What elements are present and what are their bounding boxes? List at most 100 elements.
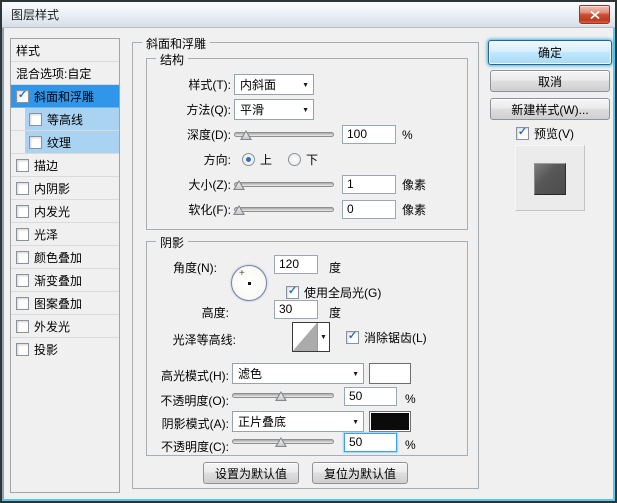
soften-slider[interactable] (233, 204, 334, 215)
contour-checkbox[interactable] (29, 112, 42, 126)
pattern-overlay-checkbox[interactable] (16, 296, 29, 310)
highlight-opacity-input[interactable]: 50 (344, 387, 397, 406)
soften-label: 软化(F): (188, 203, 231, 217)
shading-group: 阴影 角度(N): + 120 度 ✓ 使用全局光(G) 高度: 30 度 光泽… (146, 234, 468, 456)
slider-track[interactable] (234, 182, 334, 187)
size-unit: 像素 (402, 178, 427, 192)
ok-button[interactable]: 确定 (488, 40, 612, 65)
gloss-contour-picker[interactable]: ▼ (292, 322, 330, 352)
bevel-emboss-checkbox[interactable]: ✓ (16, 89, 29, 103)
sidebar-item-drop-shadow[interactable]: 投影 (11, 338, 119, 361)
shadow-mode-value: 正片叠底 (238, 415, 287, 429)
set-default-button[interactable]: 设置为默认值 (203, 462, 299, 484)
soften-input[interactable]: 0 (342, 200, 396, 219)
new-style-button[interactable]: 新建样式(W)... (490, 98, 610, 120)
depth-input[interactable]: 100 (342, 125, 396, 144)
window-title: 图层样式 (11, 8, 60, 22)
size-input[interactable]: 1 (342, 175, 396, 194)
sidebar-item-label: 渐变叠加 (34, 273, 83, 288)
texture-checkbox[interactable] (29, 135, 42, 149)
altitude-unit: 度 (329, 306, 342, 320)
shadow-mode-dropdown[interactable]: 正片叠底 ▼ (232, 411, 364, 432)
sidebar-header: 样式 (11, 39, 119, 62)
stroke-checkbox[interactable] (16, 158, 29, 172)
shadow-color-swatch[interactable] (369, 411, 411, 432)
outer-glow-checkbox[interactable] (16, 319, 29, 333)
technique-dropdown-value: 平滑 (240, 103, 265, 117)
sub-item-highlight: 纹理 (25, 131, 119, 153)
altitude-label: 高度: (201, 306, 229, 320)
direction-up-radio[interactable] (242, 153, 255, 166)
highlight-mode-dropdown[interactable]: 滤色 ▼ (232, 363, 364, 384)
close-icon (590, 10, 599, 19)
sidebar-item-label: 颜色叠加 (34, 250, 83, 265)
antialias-checkbox[interactable]: ✓ (346, 331, 359, 344)
dialog-body: 样式 混合选项:自定 ✓ 斜面和浮雕 等高线 纹理 描边 内阴影 内发光 光泽 … (4, 30, 613, 499)
sidebar-item-label: 斜面和浮雕 (34, 89, 95, 104)
altitude-input[interactable]: 30 (274, 300, 318, 319)
sidebar-item-pattern-overlay[interactable]: 图案叠加 (11, 292, 119, 315)
highlight-color-swatch[interactable] (369, 363, 411, 384)
preview-label: 预览(V) (534, 127, 574, 141)
dial-center-dot (248, 282, 251, 285)
structure-group: 结构 样式(T): 内斜面 ▼ 方法(Q): 平滑 ▼ 深度(D): 100 %… (146, 51, 468, 230)
reset-default-button[interactable]: 复位为默认值 (312, 462, 408, 484)
shadow-opacity-label: 不透明度(C): (161, 440, 229, 454)
sidebar-item-blending-options[interactable]: 混合选项:自定 (11, 62, 119, 85)
direction-down-radio[interactable] (288, 153, 302, 166)
sidebar-item-bevel-emboss[interactable]: ✓ 斜面和浮雕 (11, 85, 119, 108)
depth-unit: % (402, 127, 413, 142)
angle-unit: 度 (329, 261, 342, 275)
gradient-overlay-checkbox[interactable] (16, 273, 29, 287)
shadow-opacity-input[interactable]: 50 (344, 433, 397, 452)
slider-track[interactable] (234, 207, 334, 212)
inner-shadow-checkbox[interactable] (16, 181, 29, 195)
global-light-checkbox[interactable]: ✓ (286, 286, 299, 299)
styles-sidebar: 样式 混合选项:自定 ✓ 斜面和浮雕 等高线 纹理 描边 内阴影 内发光 光泽 … (10, 38, 120, 493)
angle-dial[interactable]: + (231, 265, 267, 301)
antialias-row: ✓ 消除锯齿(L) (346, 329, 427, 346)
preview-row: ✓ 预览(V) (516, 125, 574, 142)
angle-input[interactable]: 120 (274, 255, 318, 274)
sidebar-item-satin[interactable]: 光泽 (11, 223, 119, 246)
technique-dropdown[interactable]: 平滑 ▼ (234, 99, 314, 120)
sidebar-item-stroke[interactable]: 描边 (11, 154, 119, 177)
sidebar-item-label: 纹理 (47, 135, 72, 150)
sidebar-item-inner-glow[interactable]: 内发光 (11, 200, 119, 223)
inner-glow-checkbox[interactable] (16, 204, 29, 218)
blending-options-label: 混合选项:自定 (16, 66, 92, 81)
sidebar-item-color-overlay[interactable]: 颜色叠加 (11, 246, 119, 269)
layer-style-dialog: 图层样式 样式 混合选项:自定 ✓ 斜面和浮雕 等高线 纹理 描边 内阴影 内发… (0, 0, 617, 503)
depth-slider[interactable] (234, 129, 334, 140)
sidebar-item-label: 等高线 (47, 112, 84, 127)
shadow-opacity-unit: % (405, 438, 416, 452)
close-button[interactable] (579, 5, 610, 24)
titlebar[interactable]: 图层样式 (2, 2, 615, 28)
cancel-button[interactable]: 取消 (490, 70, 610, 92)
sidebar-item-label: 投影 (34, 343, 59, 357)
satin-checkbox[interactable] (16, 227, 29, 241)
sidebar-item-label: 外发光 (34, 319, 71, 334)
sidebar-item-contour[interactable]: 等高线 (11, 108, 119, 131)
chevron-down-icon: ▼ (352, 371, 359, 378)
sub-item-highlight: 等高线 (25, 108, 119, 130)
preview-checkbox[interactable]: ✓ (516, 127, 529, 140)
drop-shadow-checkbox[interactable] (16, 343, 29, 356)
sidebar-item-gradient-overlay[interactable]: 渐变叠加 (11, 269, 119, 292)
shadow-opacity-slider[interactable] (232, 436, 334, 447)
sidebar-item-outer-glow[interactable]: 外发光 (11, 315, 119, 338)
style-preview-thumbnail (534, 163, 566, 195)
shadow-mode-label: 阴影模式(A): (161, 417, 229, 431)
sidebar-item-texture[interactable]: 纹理 (11, 131, 119, 154)
direction-label: 方向: (203, 153, 231, 167)
style-dropdown[interactable]: 内斜面 ▼ (234, 74, 314, 95)
depth-row: 深度(D): 100 % (147, 124, 467, 145)
chevron-down-icon: ▼ (302, 82, 309, 89)
color-overlay-checkbox[interactable] (16, 250, 29, 264)
size-slider[interactable] (233, 179, 334, 190)
soften-unit: 像素 (402, 203, 427, 217)
direction-down-label: 下 (306, 153, 319, 167)
sidebar-item-label: 内发光 (34, 204, 71, 219)
sidebar-item-inner-shadow[interactable]: 内阴影 (11, 177, 119, 200)
highlight-opacity-slider[interactable] (232, 390, 334, 401)
